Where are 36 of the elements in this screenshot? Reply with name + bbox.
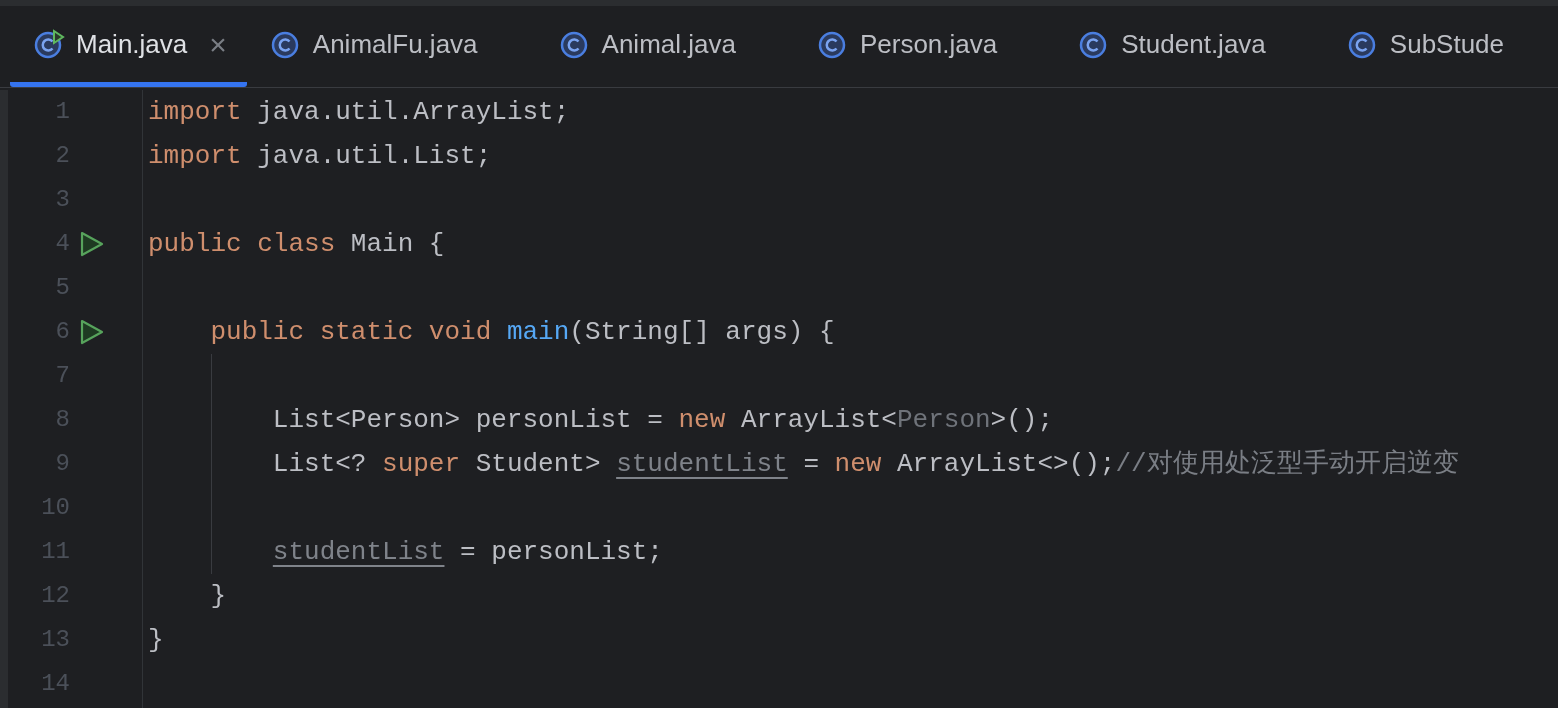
keyword-text: new [834,447,882,481]
code-comment: //对使用处泛型手动开启逆变 [1115,447,1459,481]
editor-tab[interactable]: Person.java [793,6,1056,87]
keyword-text: import [148,139,242,173]
run-icon[interactable] [79,319,105,345]
unused-variable: studentList [616,447,788,481]
code-text: List<? [272,447,367,481]
method-name: main [506,315,570,349]
code-text: >(); [990,403,1053,437]
editor-tab[interactable]: AnimalFu.java [246,6,536,87]
unused-variable: studentList [272,535,445,569]
keyword-text: new [678,403,726,437]
code-text: List<Person> personList = [272,403,663,437]
editor-tab[interactable]: Main.java × [10,6,247,87]
code-text: = personList; [460,535,663,569]
code-text: } [148,623,164,657]
runnable-class-icon [34,29,66,59]
code-text: java.util.List; [257,139,492,173]
editor-tab[interactable]: SubStude [1323,6,1558,87]
code-text: Student> [475,447,601,481]
keyword-text: public static void [210,315,492,349]
code-text: (String[] args) { [569,315,835,349]
code-text: = [803,447,819,481]
editor-tab[interactable]: Student.java [1055,6,1324,87]
keyword-text: super [382,447,461,481]
code-text: ArrayList< [740,403,897,437]
keyword-text: public class [148,227,336,261]
code-text: } [210,579,227,613]
run-icon[interactable] [79,231,105,257]
code-text: ArrayList<>(); [897,447,1116,481]
close-icon[interactable]: × [209,21,227,67]
code-text: Main { [350,227,445,261]
keyword-text: import [148,95,242,129]
editor-tab[interactable]: Animal.java [535,6,794,87]
code-text: java.util.ArrayList; [257,95,570,129]
type-argument: Person [896,403,991,437]
